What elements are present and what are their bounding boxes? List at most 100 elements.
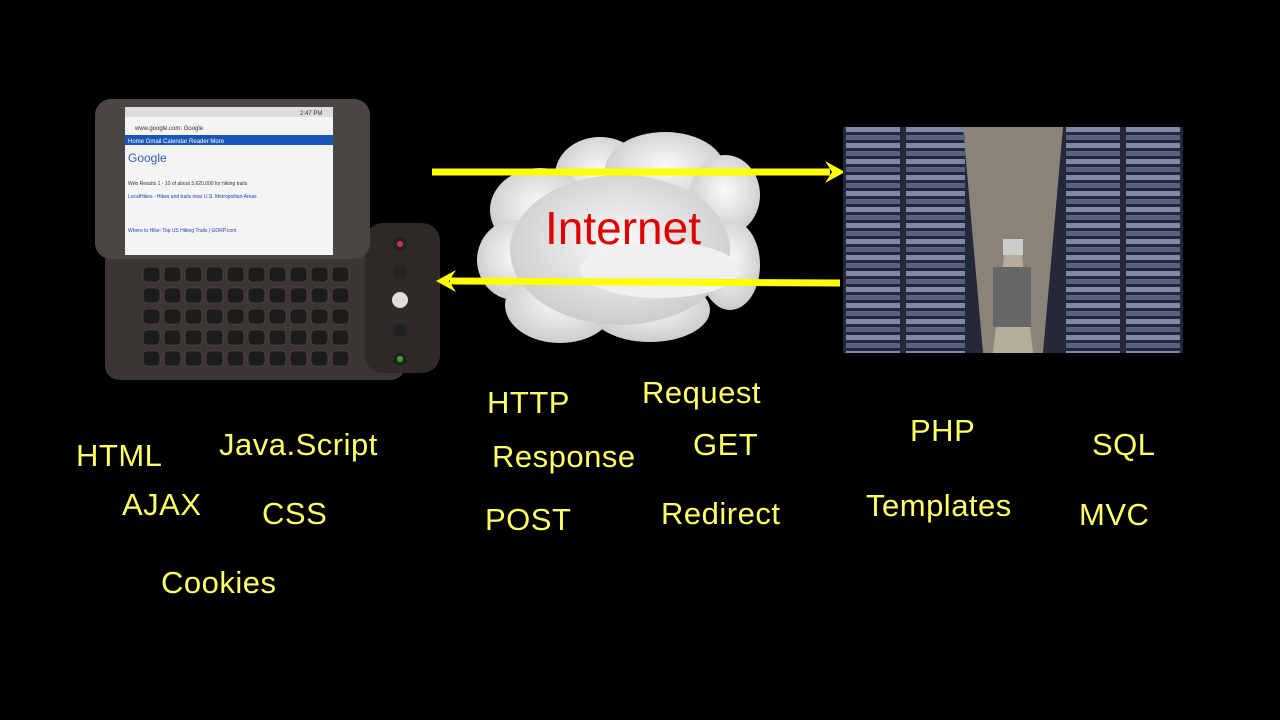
term-sql: SQL	[1092, 427, 1156, 462]
server-rack-unit	[1126, 311, 1180, 316]
server-rack-unit	[1066, 215, 1120, 220]
server-rack-unit	[846, 215, 900, 220]
term-http: HTTP	[487, 385, 570, 420]
term-cookies: Cookies	[161, 565, 277, 600]
term-html: HTML	[76, 438, 163, 473]
server-rack-unit	[906, 151, 965, 156]
server-rack-unit	[906, 287, 965, 292]
server-rack-unit	[1066, 319, 1120, 324]
server-rack-unit	[846, 239, 900, 244]
server-rack-unit	[906, 327, 965, 332]
internet-diagram	[432, 132, 845, 343]
server-rack-unit	[906, 239, 965, 244]
server-rack-unit	[846, 279, 900, 284]
server-rack-unit	[1066, 223, 1120, 228]
server-rack-unit	[846, 223, 900, 228]
server-rack-unit	[846, 247, 900, 252]
server-rack-unit	[1126, 143, 1180, 148]
server-rack-unit	[1126, 207, 1180, 212]
server-rack-unit	[846, 135, 900, 140]
server-rack-unit	[1066, 199, 1120, 204]
server-rack-unit	[1066, 279, 1120, 284]
server-rack-unit	[1066, 143, 1120, 148]
server-rack-unit	[906, 135, 965, 140]
server-rack-unit	[906, 167, 965, 172]
server-rack-unit	[1066, 271, 1120, 276]
server-rack-unit	[1066, 159, 1120, 164]
server-rack-unit	[1126, 247, 1180, 252]
server-rack-unit	[846, 151, 900, 156]
term-ajax: AJAX	[122, 487, 202, 522]
server-rack-unit	[846, 231, 900, 236]
server-rack-unit	[1126, 279, 1180, 284]
server-rack-unit	[846, 311, 900, 316]
server-rack-unit	[906, 311, 965, 316]
server-rack-unit	[1126, 295, 1180, 300]
server-rack-unit	[846, 271, 900, 276]
server-rack-unit	[1126, 151, 1180, 156]
server-rack-unit	[1126, 271, 1180, 276]
server-rack-unit	[906, 223, 965, 228]
term-templates: Templates	[866, 488, 1012, 523]
server-room-image	[843, 127, 1183, 353]
server-rack-unit	[846, 287, 900, 292]
server-rack-unit	[1066, 175, 1120, 180]
server-rack-unit	[1126, 303, 1180, 308]
server-rack-unit	[1126, 343, 1180, 348]
server-rack-unit	[846, 351, 900, 353]
server-rack-unit	[1126, 263, 1180, 268]
server-rack-unit	[1126, 255, 1180, 260]
server-rack-unit	[846, 167, 900, 172]
server-rack-unit	[1066, 255, 1120, 260]
server-rack-unit	[1126, 327, 1180, 332]
server-rack-unit	[1066, 191, 1120, 196]
server-rack-unit	[1066, 263, 1120, 268]
server-rack-unit	[906, 279, 965, 284]
server-rack-unit	[1066, 327, 1120, 332]
server-rack-unit	[1126, 319, 1180, 324]
server-rack-unit	[846, 295, 900, 300]
server-rack-unit	[846, 127, 900, 132]
server-rack-unit	[1066, 343, 1120, 348]
server-rack-unit	[906, 215, 965, 220]
server-rack-unit	[846, 263, 900, 268]
server-rack-unit	[906, 255, 965, 260]
server-rack-unit	[1126, 335, 1180, 340]
server-rack-unit	[846, 327, 900, 332]
server-rack-unit	[906, 199, 965, 204]
internet-label: Internet	[545, 202, 701, 254]
server-rack-unit	[906, 343, 965, 348]
server-rack-unit	[1126, 287, 1180, 292]
server-rack-unit	[1066, 295, 1120, 300]
server-rack-unit	[1066, 183, 1120, 188]
server-rack-unit	[906, 191, 965, 196]
term-php: PHP	[910, 413, 976, 448]
server-rack-unit	[1066, 247, 1120, 252]
server-rack-unit	[906, 271, 965, 276]
server-rack-unit	[1126, 183, 1180, 188]
server-rack-unit	[1066, 151, 1120, 156]
term-request: Request	[642, 375, 761, 410]
server-rack-unit	[1126, 199, 1180, 204]
server-rack-unit	[846, 319, 900, 324]
server-rack-unit	[846, 175, 900, 180]
server-rack-unit	[1126, 223, 1180, 228]
server-rack-unit	[906, 335, 965, 340]
server-rack-unit	[846, 191, 900, 196]
server-rack-unit	[906, 143, 965, 148]
term-response: Response	[492, 439, 636, 474]
server-rack-unit	[906, 127, 965, 132]
server-rack-unit	[1126, 135, 1180, 140]
server-rack-unit	[1126, 159, 1180, 164]
server-rack-unit	[846, 199, 900, 204]
server-rack-unit	[846, 143, 900, 148]
server-rack-unit	[846, 255, 900, 260]
server-rack-unit	[906, 231, 965, 236]
server-rack-unit	[1066, 311, 1120, 316]
term-get: GET	[693, 427, 759, 462]
server-rack-unit	[1066, 167, 1120, 172]
server-rack-unit	[1126, 231, 1180, 236]
server-rack-unit	[846, 159, 900, 164]
server-rack-unit	[1066, 287, 1120, 292]
server-rack-unit	[1066, 335, 1120, 340]
